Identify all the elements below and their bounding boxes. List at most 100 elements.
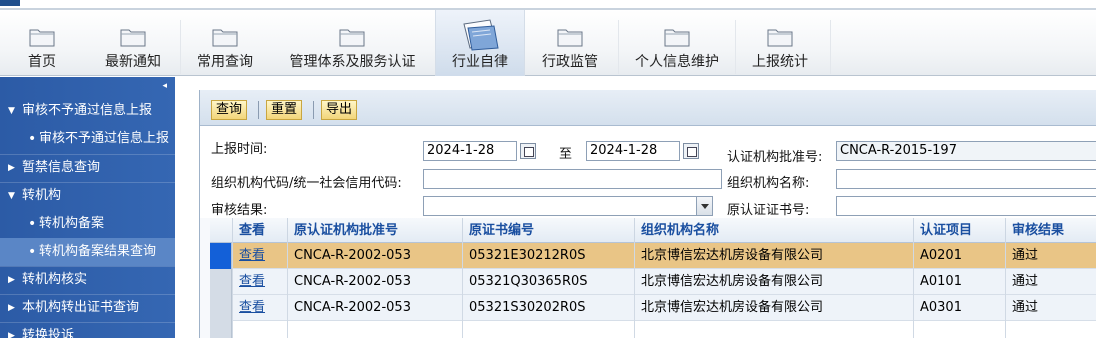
empty-cell bbox=[913, 321, 1005, 338]
open-folder-icon bbox=[463, 19, 499, 51]
sidebar-item-label: 转机构备案结果查询 bbox=[39, 244, 157, 259]
empty-cell bbox=[1005, 321, 1096, 338]
query-button[interactable]: 查询 bbox=[211, 100, 248, 120]
cell-audit-result: 通过 bbox=[1005, 269, 1096, 295]
row-selector[interactable] bbox=[210, 243, 232, 269]
calendar-icon[interactable] bbox=[683, 143, 699, 159]
view-link[interactable]: 查看 bbox=[232, 295, 287, 321]
view-link[interactable]: 查看 bbox=[232, 269, 287, 295]
sidebar-item-label: 暂禁信息查询 bbox=[22, 160, 101, 175]
sidebar-group-suspension-query[interactable]: ▶ 暂禁信息查询 bbox=[0, 154, 175, 182]
empty-cell bbox=[287, 321, 462, 338]
date-to-input[interactable]: 2024-1-28 bbox=[586, 141, 680, 161]
approval-no-input[interactable]: CNCA-R-2015-197 bbox=[836, 141, 1096, 161]
audit-result-label: 审核结果: bbox=[211, 203, 268, 218]
folder-icon bbox=[557, 29, 583, 47]
bullet-icon: • bbox=[28, 131, 37, 147]
nav-label: 行业自律 bbox=[452, 54, 508, 70]
nav-label: 上报统计 bbox=[752, 54, 808, 70]
org-code-label: 组织机构代码/统一社会信用代码: bbox=[211, 176, 402, 191]
sidebar-item-transfer-filing-result[interactable]: • 转机构备案结果查询 bbox=[0, 238, 175, 266]
cell-orig-cert-no: 05321E30212R0S bbox=[462, 243, 634, 269]
row-selector[interactable] bbox=[210, 269, 232, 295]
view-link[interactable]: 查看 bbox=[232, 243, 287, 269]
col-view[interactable]: 查看 bbox=[232, 218, 287, 243]
search-form: 上报时间: 2024-1-28 至 2024-1-28 认证机构批准号: CNC… bbox=[200, 126, 1096, 218]
cell-orig-approval-no: CNCA-R-2002-053 bbox=[287, 295, 462, 321]
nav-label: 个人信息维护 bbox=[635, 54, 719, 70]
logo bbox=[0, 0, 20, 6]
folder-icon bbox=[664, 29, 690, 47]
cell-cert-item: A0301 bbox=[913, 295, 1005, 321]
main-content: 查询 重置 导出 上报时间: 2024-1-28 至 2024-1-28 认证机… bbox=[199, 90, 1096, 338]
cell-orig-approval-no: CNCA-R-2002-053 bbox=[287, 269, 462, 295]
nav-divider bbox=[618, 20, 619, 74]
top-strip bbox=[0, 0, 1096, 10]
collapse-sidebar-icon[interactable]: ◂ bbox=[162, 81, 167, 91]
grid-header: 查看 原认证机构批准号 原证书编号 组织机构名称 认证项目 审核结果 bbox=[210, 218, 1096, 243]
sidebar-item-transfer-filing[interactable]: • 转机构备案 bbox=[0, 210, 175, 238]
folder-icon bbox=[120, 29, 146, 47]
bullet-icon: • bbox=[28, 244, 37, 260]
orig-cert-no-input[interactable] bbox=[836, 196, 1096, 216]
sidebar-item-label: 转换投诉 bbox=[22, 328, 75, 338]
sidebar-group-audit-reject[interactable]: ▼ 审核不予通过信息上报 bbox=[0, 97, 175, 125]
export-button[interactable]: 导出 bbox=[321, 100, 358, 120]
org-name-label: 组织机构名称: bbox=[727, 176, 810, 191]
cell-orig-cert-no: 05321Q30365R0S bbox=[462, 269, 634, 295]
audit-result-select[interactable] bbox=[423, 196, 713, 216]
chevron-down-icon[interactable] bbox=[696, 197, 712, 215]
cell-audit-result: 通过 bbox=[1005, 295, 1096, 321]
sidebar-item-label: 审核不予通过信息上报 bbox=[22, 103, 153, 118]
bullet-icon: • bbox=[28, 216, 37, 232]
nav-latest-notice[interactable]: 最新通知 bbox=[90, 10, 176, 76]
expanded-arrow-icon: ▼ bbox=[8, 106, 15, 116]
to-label: 至 bbox=[559, 147, 573, 162]
nav-home[interactable]: 首页 bbox=[2, 10, 82, 76]
calendar-icon[interactable] bbox=[520, 143, 536, 159]
nav-management-system[interactable]: 管理体系及服务认证 bbox=[280, 10, 425, 76]
nav-personal-info[interactable]: 个人信息维护 bbox=[624, 10, 730, 76]
sidebar-group-transfer-verify[interactable]: ▶ 转机构核实 bbox=[0, 266, 175, 294]
empty-cell bbox=[232, 321, 287, 338]
nav-label: 首页 bbox=[28, 54, 56, 70]
table-row[interactable]: 查看 CNCA-R-2002-053 05321S30202R0S 北京博信宏达… bbox=[210, 295, 1096, 321]
results-grid: 查看 原认证机构批准号 原证书编号 组织机构名称 认证项目 审核结果 查看 CN… bbox=[210, 218, 1096, 338]
org-code-input[interactable] bbox=[423, 169, 722, 189]
nav-label: 常用查询 bbox=[197, 54, 253, 70]
nav-admin-supervision[interactable]: 行政监管 bbox=[530, 10, 610, 76]
sidebar-group-outgoing-cert-query[interactable]: ▶ 本机构转出证书查询 bbox=[0, 294, 175, 322]
sidebar-item-label: 审核不予通过信息上报 bbox=[39, 131, 170, 146]
sidebar-group-transfer[interactable]: ▼ 转机构 bbox=[0, 182, 175, 210]
row-selector[interactable] bbox=[210, 295, 232, 321]
col-audit-result[interactable]: 审核结果 bbox=[1005, 218, 1096, 243]
nav-report-stats[interactable]: 上报统计 bbox=[740, 10, 820, 76]
col-cert-item[interactable]: 认证项目 bbox=[913, 218, 1005, 243]
reset-button[interactable]: 重置 bbox=[266, 100, 303, 120]
nav-industry-self-discipline[interactable]: 行业自律 bbox=[435, 10, 525, 76]
sidebar-group-complaint[interactable]: ▶ 转换投诉 bbox=[0, 322, 175, 338]
col-orig-approval-no[interactable]: 原认证机构批准号 bbox=[287, 218, 462, 243]
sidebar-item-label: 转机构 bbox=[22, 188, 62, 203]
collapsed-arrow-icon: ▶ bbox=[8, 163, 15, 173]
table-row[interactable]: 查看 CNCA-R-2002-053 05321Q30365R0S 北京博信宏达… bbox=[210, 269, 1096, 295]
cell-cert-item: A0201 bbox=[913, 243, 1005, 269]
nav-label: 行政监管 bbox=[542, 54, 598, 70]
cell-org-name: 北京博信宏达机房设备有限公司 bbox=[634, 243, 913, 269]
org-name-input[interactable] bbox=[836, 169, 1096, 189]
folder-icon bbox=[339, 29, 365, 47]
main-nav: 首页 最新通知 常用查询 管理体系及服务认证 行业自律 行政监管 个人信息维护 … bbox=[0, 10, 1096, 76]
col-orig-cert-no[interactable]: 原证书编号 bbox=[462, 218, 634, 243]
orig-cert-no-label: 原认证证书号: bbox=[727, 203, 810, 218]
folder-icon bbox=[767, 29, 793, 47]
report-time-label: 上报时间: bbox=[211, 142, 268, 157]
collapsed-arrow-icon: ▶ bbox=[8, 303, 15, 313]
nav-divider bbox=[830, 20, 831, 74]
date-from-input[interactable]: 2024-1-28 bbox=[423, 141, 517, 161]
sidebar-item-audit-reject-report[interactable]: • 审核不予通过信息上报 bbox=[0, 125, 175, 153]
nav-common-query[interactable]: 常用查询 bbox=[185, 10, 265, 76]
empty-cell bbox=[462, 321, 634, 338]
table-row[interactable]: 查看 CNCA-R-2002-053 05321E30212R0S 北京博信宏达… bbox=[210, 243, 1096, 269]
col-org-name[interactable]: 组织机构名称 bbox=[634, 218, 913, 243]
nav-divider bbox=[180, 20, 181, 74]
